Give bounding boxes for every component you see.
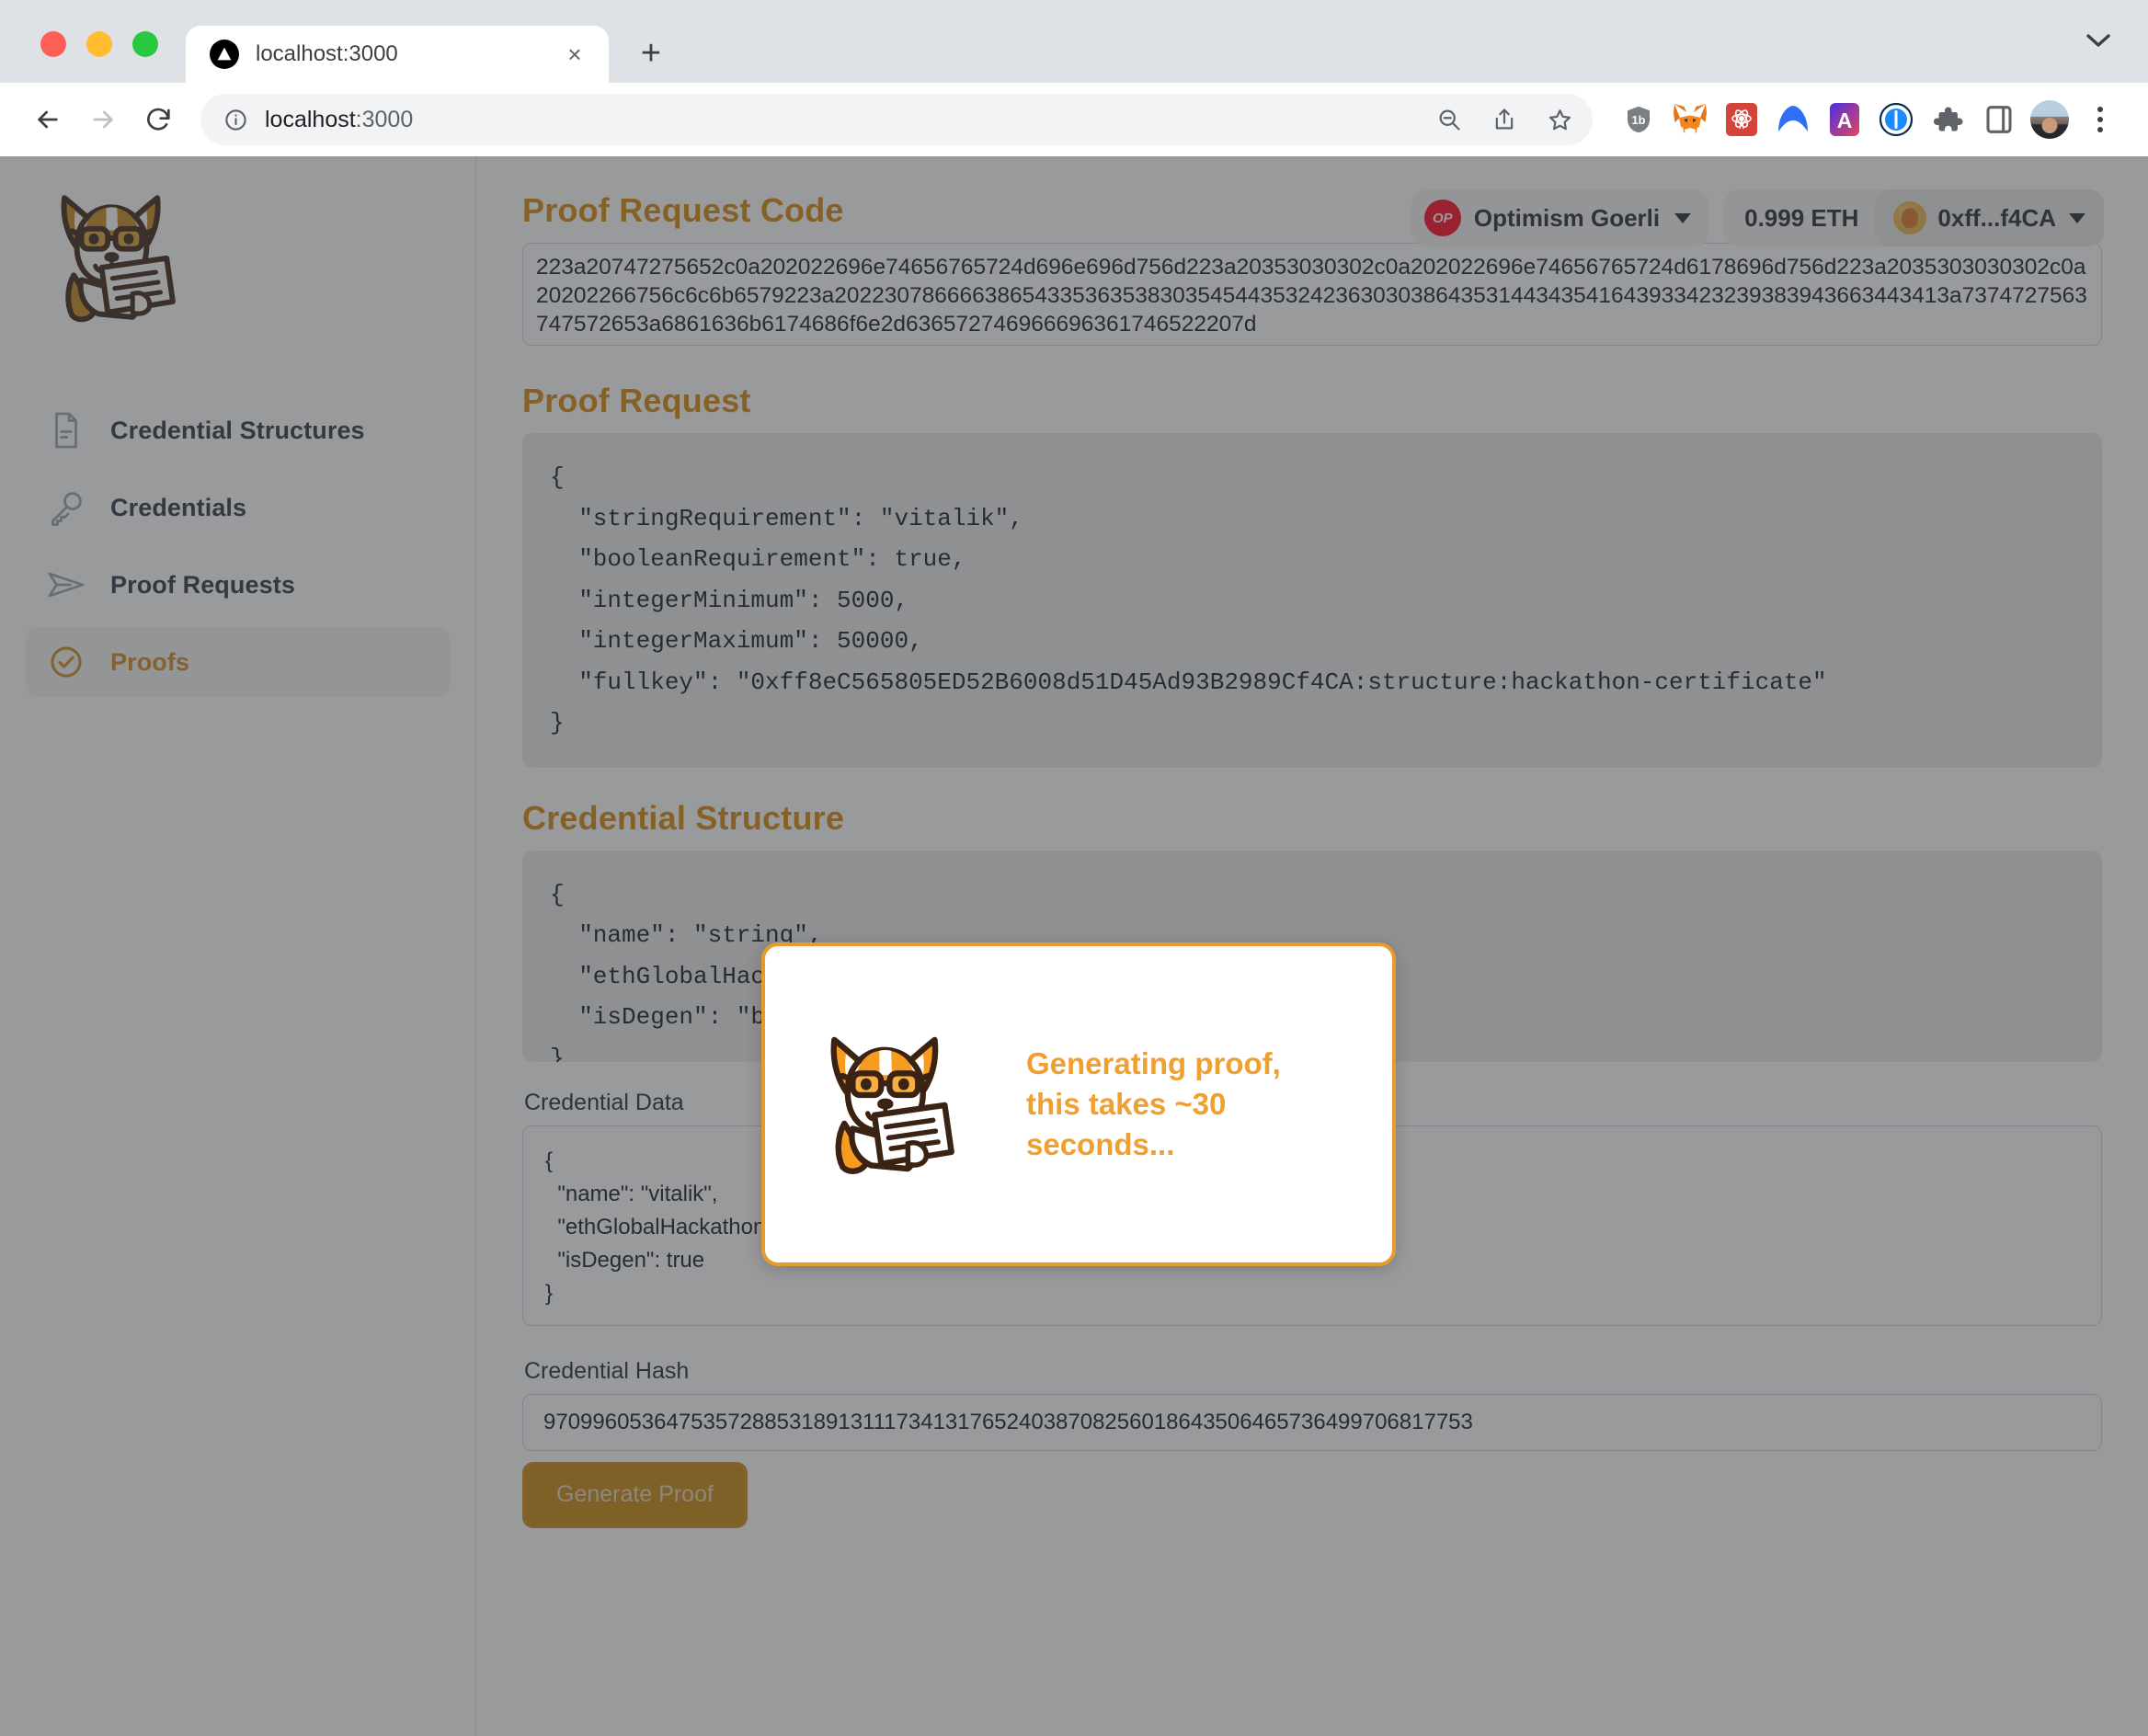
chevron-down-icon[interactable] xyxy=(2080,22,2117,59)
svg-text:A: A xyxy=(1837,108,1853,132)
modal-message: Generating proof, this takes ~30 seconds… xyxy=(1026,1046,1281,1161)
browser-window: localhost:3000 × + localhost:3000 1b A 2… xyxy=(0,0,2148,1736)
omnibox-actions xyxy=(1425,96,1583,143)
minimize-window-button[interactable] xyxy=(86,31,112,57)
address-bar[interactable]: localhost:3000 xyxy=(200,94,1593,145)
tab-title: localhost:3000 xyxy=(256,41,398,66)
profile-avatar[interactable] xyxy=(2030,100,2069,139)
forward-button[interactable] xyxy=(77,94,129,145)
1password-icon[interactable] xyxy=(1876,99,1916,140)
arc-extension-icon[interactable] xyxy=(1773,99,1813,140)
share-icon[interactable] xyxy=(1480,96,1528,143)
side-panel-icon[interactable] xyxy=(1979,99,2019,140)
svg-text:1b: 1b xyxy=(1632,113,1646,127)
rabby-wallet-icon[interactable] xyxy=(1721,99,1762,140)
close-window-button[interactable] xyxy=(40,31,66,57)
page-viewport: Credential Structures Credentials Proof … xyxy=(0,156,2148,1736)
corgi-reading-logo xyxy=(809,1021,977,1188)
metamask-fox-icon[interactable] xyxy=(1670,99,1710,140)
shield-1blocker-icon[interactable]: 1b xyxy=(1618,99,1659,140)
browser-titlebar: localhost:3000 × + xyxy=(0,0,2148,83)
maximize-window-button[interactable] xyxy=(132,31,158,57)
app-root: Credential Structures Credentials Proof … xyxy=(0,156,2148,1736)
zoom-out-icon[interactable] xyxy=(1425,96,1473,143)
info-circle-icon xyxy=(223,107,248,132)
browser-tab[interactable]: localhost:3000 × xyxy=(186,26,609,83)
url-port: :3000 xyxy=(355,106,414,132)
window-controls xyxy=(0,31,158,83)
extension-icons: 1b A xyxy=(1609,99,2120,140)
new-tab-button[interactable]: + xyxy=(631,33,671,74)
browser-toolbar: localhost:3000 1b A xyxy=(0,83,2148,156)
three-dot-menu-icon[interactable] xyxy=(2080,99,2120,140)
bookmark-star-icon[interactable] xyxy=(1536,96,1583,143)
address-bar-url: localhost:3000 xyxy=(265,107,413,133)
reload-button[interactable] xyxy=(132,94,184,145)
back-button[interactable] xyxy=(22,94,74,145)
close-tab-icon[interactable]: × xyxy=(561,40,588,68)
triangle-logo-icon xyxy=(210,40,239,69)
generating-proof-modal: Generating proof, this takes ~30 seconds… xyxy=(761,942,1396,1266)
url-host: localhost xyxy=(265,106,356,132)
a-extension-icon[interactable]: A xyxy=(1824,99,1865,140)
puzzle-extensions-icon[interactable] xyxy=(1927,99,1968,140)
